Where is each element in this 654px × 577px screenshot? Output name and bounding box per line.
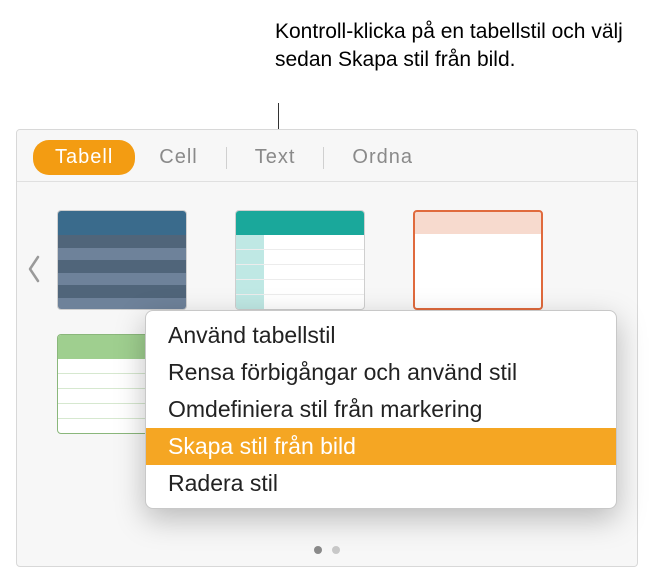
context-menu: Använd tabellstil Rensa förbigångar och … xyxy=(145,310,617,509)
menu-item-redefine-style[interactable]: Omdefiniera stil från markering xyxy=(146,391,616,428)
pager-dot[interactable] xyxy=(314,546,322,554)
tab-separator xyxy=(323,147,324,169)
tab-text[interactable]: Text xyxy=(231,140,320,175)
table-styles-row xyxy=(17,182,637,320)
instruction-callout: Kontroll-klicka på en tabellstil och väl… xyxy=(275,18,654,75)
chevron-left-icon[interactable] xyxy=(25,254,43,284)
menu-item-create-style-from-image[interactable]: Skapa stil från bild xyxy=(146,428,616,465)
table-style-thumbnail[interactable] xyxy=(57,210,187,310)
tab-ordna[interactable]: Ordna xyxy=(328,140,437,175)
tab-cell[interactable]: Cell xyxy=(135,140,221,175)
pager-dot[interactable] xyxy=(332,546,340,554)
table-style-thumbnail[interactable] xyxy=(413,210,543,310)
tab-tabell[interactable]: Tabell xyxy=(33,140,135,175)
menu-item-apply-style[interactable]: Använd tabellstil xyxy=(146,317,616,354)
tab-separator xyxy=(226,147,227,169)
menu-item-delete-style[interactable]: Radera stil xyxy=(146,465,616,502)
inspector-tabs: Tabell Cell Text Ordna xyxy=(17,130,637,182)
menu-item-clear-overrides[interactable]: Rensa förbigångar och använd stil xyxy=(146,354,616,391)
table-style-thumbnail[interactable] xyxy=(235,210,365,310)
style-pager xyxy=(17,546,637,554)
